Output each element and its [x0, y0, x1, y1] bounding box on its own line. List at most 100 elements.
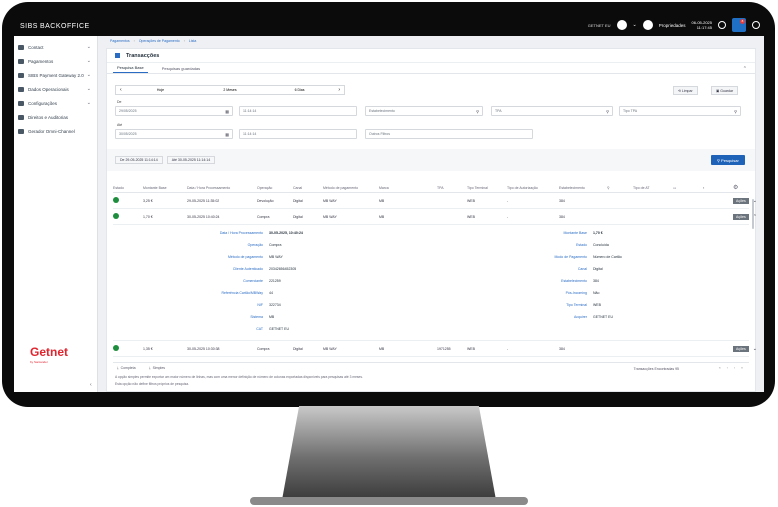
merchant-name[interactable]: GETNET EU: [588, 23, 611, 28]
detail-value: 221259: [269, 279, 281, 283]
breadcrumb-item: Lista: [188, 38, 197, 43]
user-avatar-icon[interactable]: [642, 20, 653, 30]
last-page-icon[interactable]: »: [741, 366, 743, 370]
screen: SIBS BACKOFFICE GETNET EU ⌄ Propriedades …: [14, 14, 764, 392]
cell-auth: -: [507, 214, 509, 219]
payments-icon: [18, 58, 24, 64]
column-header[interactable]: Canal: [293, 186, 323, 190]
period-2-months[interactable]: 2 Meses: [195, 88, 265, 92]
save-button[interactable]: ▣ Guardar: [711, 86, 739, 95]
help-icon[interactable]: [718, 21, 726, 29]
table-row[interactable]: 3,25 € 29-05-2025 11:35:02 Devolução Dig…: [113, 193, 757, 209]
column-header[interactable]: Operação: [257, 186, 293, 190]
column-header[interactable]: Tipo de Autorização: [507, 186, 559, 190]
detail-value: 1,70 €: [593, 231, 603, 235]
establishment-input[interactable]: Estabelecimento ⚲: [365, 106, 483, 116]
globe-icon[interactable]: [752, 21, 760, 29]
filter-chip-to[interactable]: Até 30-05-2025 11:14:14: [166, 156, 216, 164]
expand-icon[interactable]: ⌃: [743, 66, 747, 72]
sidebar-item-contact[interactable]: Contact ⌄: [14, 40, 97, 54]
column-header[interactable]: Método de pagamento: [323, 186, 379, 190]
tab-base-search[interactable]: Pesquisa Base: [113, 63, 148, 73]
cell-tpa: 1971255: [437, 346, 451, 351]
save-label: Guardar: [720, 88, 734, 93]
active-filters: De 29-05-2025 11:14:14 Até 30-05-2025 11…: [115, 156, 216, 164]
detail-label: Pós-Incoming: [565, 291, 587, 295]
breadcrumb-item[interactable]: Operações de Pagamento: [139, 39, 180, 43]
lock-icon[interactable]: ▪: [703, 186, 733, 190]
actions-button[interactable]: Ações: [733, 197, 749, 204]
download-simple-button[interactable]: ⤓ Simples: [149, 366, 165, 370]
actions-button[interactable]: Ações: [733, 213, 749, 220]
clear-button[interactable]: ⟲ Limpar: [673, 86, 698, 95]
breadcrumb: Pagamentos › Operações de Pagamento › List…: [110, 38, 197, 43]
chevron-down-icon[interactable]: ⌄: [753, 346, 757, 352]
download-complete-button[interactable]: ⤓ Completa: [117, 366, 136, 370]
tpa-input[interactable]: TPA ⚲: [491, 106, 613, 116]
column-header[interactable]: Estado: [113, 186, 143, 190]
tpa-placeholder: TPA: [495, 109, 502, 113]
search-label: Pesquisar: [721, 157, 739, 163]
tab-saved-searches[interactable]: Pesquisas guardadas: [158, 64, 204, 73]
prev-page-icon[interactable]: ‹: [727, 366, 728, 370]
column-header[interactable]: Marca: [379, 186, 437, 190]
column-header[interactable]: Tipo Terminal: [467, 186, 507, 190]
scrollbar[interactable]: [752, 199, 754, 229]
table-row[interactable]: 1,35 € 30-05-2025 10:30:38 Compra Digita…: [113, 341, 757, 357]
getnet-logo: Getnet: [30, 345, 69, 359]
first-page-icon[interactable]: «: [719, 366, 721, 370]
column-header[interactable]: Montante Base: [143, 186, 187, 190]
sidebar-item-operational-data[interactable]: Dados Operacionais ⌄: [14, 82, 97, 96]
actions-button[interactable]: Ações: [733, 345, 749, 352]
merchant-avatar-icon[interactable]: [616, 20, 627, 30]
cell-channel: Digital: [293, 214, 303, 219]
prev-period-icon[interactable]: ‹: [116, 87, 126, 93]
sidebar-item-settings[interactable]: Configurações ⌄: [14, 96, 97, 110]
tpa-type-input[interactable]: Tipo TPA ⚲: [619, 106, 741, 116]
comment-icon[interactable]: ▭: [673, 186, 703, 190]
column-header[interactable]: Data / Hora Processamento: [187, 186, 257, 190]
sidebar-item-rights[interactable]: Direitos e Auditorias: [14, 110, 97, 124]
filter-icon[interactable]: ⚲: [607, 186, 633, 190]
app-logo[interactable]: SIBS BACKOFFICE: [18, 20, 90, 31]
sidebar-item-gateway[interactable]: SIBS Payment Gateway 2.0 ⌄: [14, 68, 97, 82]
establishment-placeholder: Estabelecimento: [369, 109, 395, 113]
table-row-expanded[interactable]: 1,70 € 30-05-2025 10:40:24 Compra Digita…: [113, 209, 757, 225]
to-date-input[interactable]: 30/05/2025 ▦: [115, 129, 233, 139]
sidebar-item-omnichannel[interactable]: Gerador Omni-Channel: [14, 124, 97, 138]
next-page-icon[interactable]: ›: [734, 366, 735, 370]
period-6-days[interactable]: 6 Dias: [265, 88, 335, 92]
column-header[interactable]: Tipo de AT: [633, 186, 673, 190]
gateway-icon: [18, 72, 24, 78]
column-header[interactable]: Estabelecimento: [559, 186, 607, 190]
top-bar: SIBS BACKOFFICE GETNET EU ⌄ Propriedades …: [14, 14, 764, 36]
from-date-input[interactable]: 29/05/2025 ▦: [115, 106, 233, 116]
chevron-down-icon[interactable]: ⌄: [633, 22, 637, 28]
detail-label: Montante Base: [563, 231, 587, 235]
cell-terminal: WEB: [467, 214, 475, 219]
search-button[interactable]: ⚲ Pesquisar: [711, 155, 745, 165]
filter-chip-from[interactable]: De 29-05-2025 11:14:14: [115, 156, 163, 164]
gear-icon: [18, 100, 24, 106]
cell-date: 30-05-2025 10:40:24: [187, 214, 220, 219]
cell-terminal: WEB: [467, 346, 475, 351]
other-filters-input[interactable]: Outros Filtros: [365, 129, 533, 139]
tpa-type-placeholder: Tipo TPA: [623, 109, 638, 113]
detail-label: Estabelecimento: [561, 279, 587, 283]
detail-label: Operação: [247, 243, 263, 247]
next-period-icon[interactable]: ›: [334, 87, 344, 93]
notifications-button[interactable]: 8: [732, 18, 746, 32]
user-name[interactable]: Propriedades: [659, 23, 686, 28]
detail-value: GETNET EU: [269, 327, 289, 331]
gear-icon[interactable]: ⚙: [733, 184, 743, 191]
to-time-input[interactable]: 11:14:14: [239, 129, 357, 139]
detail-value: WEB: [593, 303, 601, 307]
column-header[interactable]: TPA: [437, 186, 467, 190]
period-today[interactable]: Hoje: [126, 88, 196, 92]
sidebar-item-payments[interactable]: Pagamentos ⌄: [14, 54, 97, 68]
collapse-sidebar-icon[interactable]: ‹: [90, 382, 92, 388]
sidebar-item-label: Direitos e Auditorias: [28, 114, 69, 120]
from-time-input[interactable]: 11:14:14: [239, 106, 357, 116]
breadcrumb-item[interactable]: Pagamentos: [110, 39, 130, 43]
results-count: Transacções Encontradas 95: [633, 367, 679, 371]
